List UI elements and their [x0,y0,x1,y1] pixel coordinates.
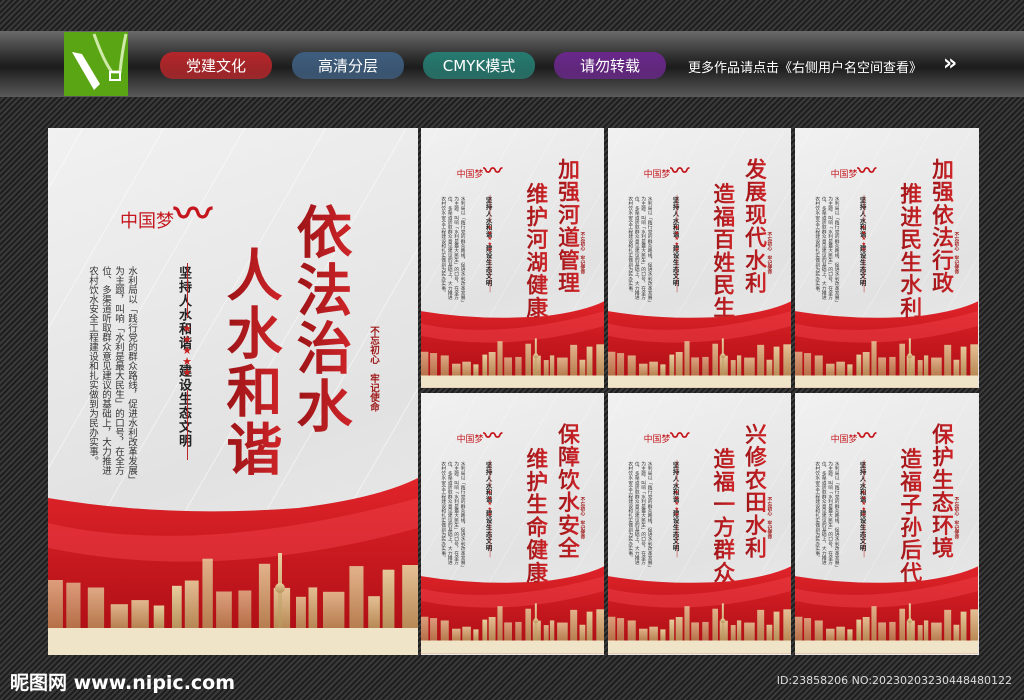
seal-slogan: 不忘初心 牢记使命 [368,326,379,412]
stars-icon: ★★★★★ [674,224,680,253]
seal-slogan: 不忘初心 牢记使命 [579,231,585,275]
tag-button-cmyk[interactable]: CMYK模式 [423,52,535,79]
poster-title-line1: 依法治水 [280,203,361,435]
poster-2: 中国梦〰水利局以「践行党的群众路线，促进水利改革发展」为主题，叫响「水利是最大民… [608,128,791,388]
seal-slogan: 不忘初心 牢记使命 [953,496,959,540]
poster-5: 中国梦〰水利局以「践行党的群众路线，促进水利改革发展」为主题，叫响「水利是最大民… [608,393,791,655]
body-text: 水利局以「践行党的群众路线，促进水利改革发展」为主题，叫响「水利是最大民生」的口… [440,461,466,568]
logo-text: 中国梦 [830,434,858,445]
stars-icon: ★★★★★ [674,489,680,518]
china-dream-logo: 中国梦〰 [120,191,213,236]
china-dream-logo: 中国梦〰 [643,159,690,182]
double-arrow-icon[interactable]: » [943,51,958,76]
poster-artboard: 中国梦〰水利局以「践行党的群众路线，促进水利改革发展」为主题，叫响「水利是最大民… [608,393,791,655]
poster-title-line2: 造福子孙后代 [893,447,925,584]
more-works-link[interactable]: 更多作品请点击《右侧用户名空间查看》 [688,57,922,76]
pen-logo-icon [64,32,128,96]
body-text: 水利局以「践行党的群众路线，促进水利改革发展」为主题，叫响「水利是最大民生」的口… [87,266,137,480]
poster-1: 中国梦〰水利局以「践行党的群众路线，促进水利改革发展」为主题，叫响「水利是最大民… [421,128,604,388]
stars-icon: ★★★★★ [861,224,867,253]
seal-slogan: 不忘初心 牢记使命 [953,231,959,275]
logo-text: 中国梦 [456,169,484,180]
logo-text: 中国梦 [643,434,671,445]
china-dream-logo: 中国梦〰 [830,424,877,447]
poster-title-line2: 造福一方群众 [706,447,738,584]
poster-title-line2: 造福百姓民生 [706,182,738,319]
body-text: 水利局以「践行党的群众路线，促进水利改革发展」为主题，叫响「水利是最大民生」的口… [627,196,653,303]
logo-text: 中国梦 [643,169,671,180]
image-id: ID:23858206 NO:20230203230448480122 [776,674,1012,687]
poster-artboard: 中国梦〰水利局以「践行党的群众路线，促进水利改革发展」为主题，叫响「水利是最大民… [421,128,604,388]
china-dream-logo: 中国梦〰 [643,424,690,447]
body-text: 水利局以「践行党的群众路线，促进水利改革发展」为主题，叫响「水利是最大民生」的口… [814,461,840,568]
tag-button-hd-layers[interactable]: 高清分层 [292,52,404,79]
body-text: 水利局以「践行党的群众路线，促进水利改革发展」为主题，叫响「水利是最大民生」的口… [814,196,840,303]
stars-icon: ★★★★★ [861,489,867,518]
poster-artboard: 中国梦〰水利局以「践行党的群众路线，促进水利改革发展」为主题，叫响「水利是最大民… [608,128,791,388]
poster-artboard: 中国梦〰水利局以「践行党的群众路线，促进水利改革发展」为主题，叫响「水利是最大民… [421,393,604,655]
poster-title-line2: 推进民生水利 [893,182,925,319]
stars-icon: ★★★★★ [487,489,493,518]
poster-artboard: 中国梦〰水利局以「践行党的群众路线，促进水利改革发展」为主题，叫响「水利是最大民… [795,128,979,388]
poster-title-line2: 人水和谐 [210,246,291,478]
site-watermark: 昵图网 www.nipic.com [10,672,236,694]
poster-main: 中国梦〰水利局以「践行党的群众路线，促进水利改革发展」为主题，叫响「水利是最大民… [48,128,418,655]
china-dream-logo: 中国梦〰 [456,424,503,447]
poster-3: 中国梦〰水利局以「践行党的群众路线，促进水利改革发展」为主题，叫响「水利是最大民… [795,128,979,388]
china-dream-logo: 中国梦〰 [830,159,877,182]
poster-title-line2: 维护河湖健康 [519,182,551,319]
logo-text: 中国梦 [456,434,484,445]
logo-text: 中国梦 [830,169,858,180]
stars-icon: ★★★★★ [487,224,493,253]
tag-button-no-repost[interactable]: 请勿转载 [554,52,666,79]
seal-slogan: 不忘初心 牢记使命 [766,231,772,275]
poster-artboard: 中国梦〰水利局以「践行党的群众路线，促进水利改革发展」为主题，叫响「水利是最大民… [48,128,418,655]
poster-title-line2: 维护生命健康 [519,447,551,584]
china-dream-logo: 中国梦〰 [456,159,503,182]
stars-icon: ★★★★★ [182,322,192,379]
divider [187,390,188,460]
logo-text: 中国梦 [120,211,174,232]
poster-6: 中国梦〰水利局以「践行党的群众路线，促进水利改革发展」为主题，叫响「水利是最大民… [795,393,979,655]
divider [187,263,188,318]
poster-4: 中国梦〰水利局以「践行党的群众路线，促进水利改革发展」为主题，叫响「水利是最大民… [421,393,604,655]
body-text: 水利局以「践行党的群众路线，促进水利改革发展」为主题，叫响「水利是最大民生」的口… [627,461,653,568]
seal-slogan: 不忘初心 牢记使命 [579,496,585,540]
tag-button-party-culture[interactable]: 党建文化 [160,52,272,79]
poster-artboard: 中国梦〰水利局以「践行党的群众路线，促进水利改革发展」为主题，叫响「水利是最大民… [795,393,979,655]
seal-slogan: 不忘初心 牢记使命 [766,496,772,540]
header-bar: 党建文化 高清分层 CMYK模式 请勿转载 更多作品请点击《右侧用户名空间查看》… [0,31,1024,97]
body-text: 水利局以「践行党的群众路线，促进水利改革发展」为主题，叫响「水利是最大民生」的口… [440,196,466,303]
